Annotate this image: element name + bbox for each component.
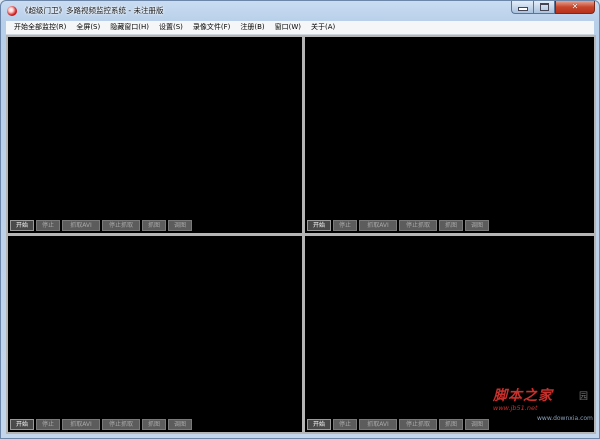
menu-start-all-monitoring[interactable]: 开始全部监控(R) <box>6 21 71 34</box>
menu-settings[interactable]: 设置(S) <box>154 21 188 34</box>
app-icon[interactable] <box>7 6 17 16</box>
capture-avi-button[interactable]: 抓取AVI <box>359 220 397 231</box>
close-button[interactable]: ✕ <box>555 1 595 14</box>
menu-hide-window[interactable]: 隐藏窗口(H) <box>105 21 154 34</box>
pane-toolbar: 开始 停止 抓取AVI 停止抓取 抓图 调图 <box>307 419 491 430</box>
snapshot-button[interactable]: 抓图 <box>142 220 166 231</box>
pane-toolbar: 开始 停止 抓取AVI 停止抓取 抓图 调图 <box>307 220 491 231</box>
video-pane-2[interactable]: 开始 停止 抓取AVI 停止抓取 抓图 调图 <box>305 37 594 233</box>
menu-bar: 开始全部监控(R) 全屏(S) 隐藏窗口(H) 设置(S) 录像文件(F) 注册… <box>6 21 594 35</box>
view-image-button[interactable]: 调图 <box>465 220 489 231</box>
watermark: 脚本之家 园 www.jb51.net www.downxia.com <box>493 385 593 430</box>
capture-avi-button[interactable]: 抓取AVI <box>62 220 100 231</box>
start-button[interactable]: 开始 <box>10 419 34 430</box>
menu-window[interactable]: 窗口(W) <box>270 21 306 34</box>
watermark-url-2: www.downxia.com <box>537 415 593 422</box>
capture-avi-button[interactable]: 抓取AVI <box>359 419 397 430</box>
video-grid: 开始 停止 抓取AVI 停止抓取 抓图 调图 开始 停止 抓取AVI 停止抓取 … <box>6 35 596 434</box>
start-button[interactable]: 开始 <box>10 220 34 231</box>
app-window: 《超级门卫》多路视频监控系统 - 未注册版 ✕ 开始全部监控(R) 全屏(S) … <box>0 0 600 439</box>
stop-capture-button[interactable]: 停止抓取 <box>399 419 437 430</box>
minimize-button[interactable] <box>511 1 533 14</box>
pane-toolbar: 开始 停止 抓取AVI 停止抓取 抓图 调图 <box>10 220 194 231</box>
view-image-button[interactable]: 调图 <box>168 419 192 430</box>
snapshot-button[interactable]: 抓图 <box>439 220 463 231</box>
start-button[interactable]: 开始 <box>307 220 331 231</box>
minimize-icon <box>517 7 528 11</box>
menu-recording-files[interactable]: 录像文件(F) <box>188 21 236 34</box>
start-button[interactable]: 开始 <box>307 419 331 430</box>
maximize-icon <box>539 3 549 11</box>
stop-capture-button[interactable]: 停止抓取 <box>399 220 437 231</box>
stop-button[interactable]: 停止 <box>333 220 357 231</box>
window-title: 《超级门卫》多路视频监控系统 - 未注册版 <box>21 6 164 15</box>
watermark-side: 园 <box>579 392 589 402</box>
close-icon: ✕ <box>571 2 579 11</box>
view-image-button[interactable]: 调图 <box>465 419 489 430</box>
video-pane-3[interactable]: 开始 停止 抓取AVI 停止抓取 抓图 调图 <box>8 236 302 432</box>
stop-button[interactable]: 停止 <box>36 419 60 430</box>
stop-capture-button[interactable]: 停止抓取 <box>102 220 140 231</box>
watermark-url-1: www.jb51.net <box>493 404 538 412</box>
menu-register[interactable]: 注册(B) <box>235 21 269 34</box>
snapshot-button[interactable]: 抓图 <box>439 419 463 430</box>
view-image-button[interactable]: 调图 <box>168 220 192 231</box>
capture-avi-button[interactable]: 抓取AVI <box>62 419 100 430</box>
menu-fullscreen[interactable]: 全屏(S) <box>71 21 105 34</box>
stop-capture-button[interactable]: 停止抓取 <box>102 419 140 430</box>
video-pane-1[interactable]: 开始 停止 抓取AVI 停止抓取 抓图 调图 <box>8 37 302 233</box>
stop-button[interactable]: 停止 <box>333 419 357 430</box>
maximize-button[interactable] <box>533 1 555 14</box>
stop-button[interactable]: 停止 <box>36 220 60 231</box>
watermark-logo: 脚本之家 <box>493 388 553 404</box>
pane-toolbar: 开始 停止 抓取AVI 停止抓取 抓图 调图 <box>10 419 194 430</box>
title-bar[interactable]: 《超级门卫》多路视频监控系统 - 未注册版 ✕ <box>1 1 599 21</box>
menu-about[interactable]: 关于(A) <box>306 21 340 34</box>
window-controls: ✕ <box>511 1 595 15</box>
snapshot-button[interactable]: 抓图 <box>142 419 166 430</box>
